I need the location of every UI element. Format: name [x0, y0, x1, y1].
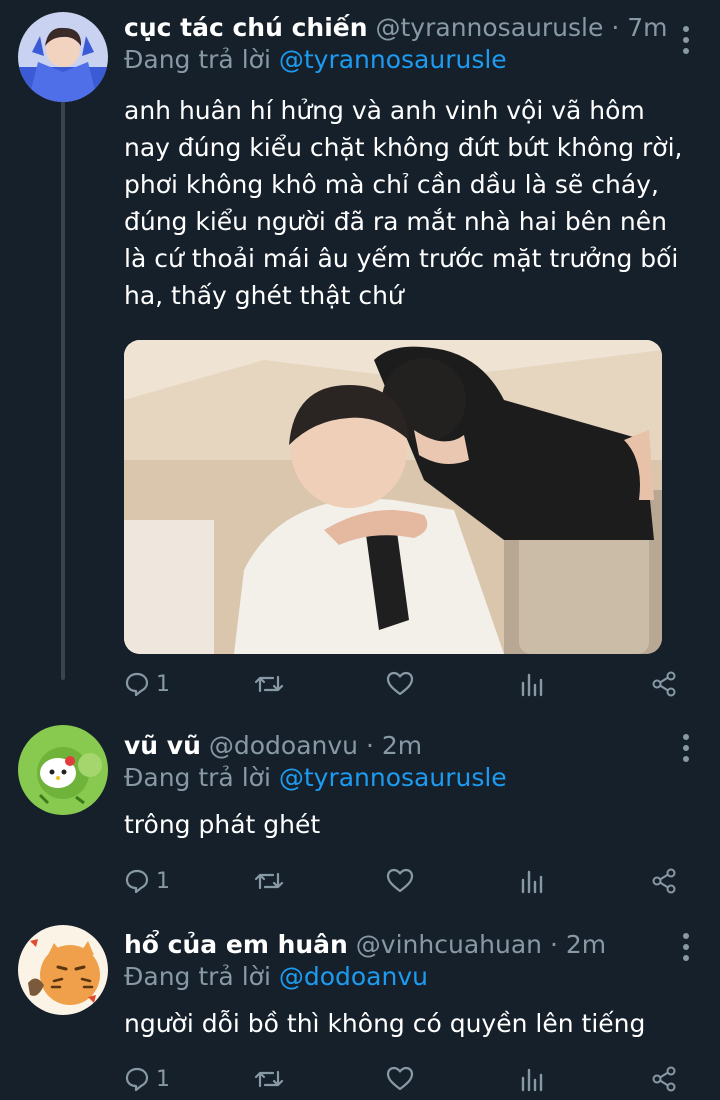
reply-label: Đang trả lời — [124, 45, 271, 74]
display-name[interactable]: hổ của em huân — [124, 930, 348, 959]
like-button[interactable] — [386, 865, 414, 897]
share-icon — [652, 1066, 676, 1092]
separator: · — [611, 13, 620, 42]
analytics-button[interactable] — [520, 1063, 544, 1095]
reply-to-link[interactable]: @tyrannosaurusle — [279, 45, 507, 74]
tweet-text: trông phát ghét — [124, 810, 321, 839]
share-icon — [652, 868, 676, 894]
tweet-text: người dỗi bồ thì không có quyền lên tiến… — [124, 1009, 646, 1038]
like-button[interactable] — [386, 668, 414, 700]
reply-label: Đang trả lời — [124, 763, 271, 792]
reply-context: Đang trả lời @dodoanvu — [124, 961, 690, 993]
heart-icon — [386, 868, 414, 893]
analytics-icon — [521, 1068, 543, 1092]
avatar[interactable] — [18, 725, 108, 815]
more-vertical-icon[interactable] — [682, 933, 690, 961]
user-handle[interactable]: @dodoanvu — [209, 731, 358, 760]
reply-context: Đang trả lời @tyrannosaurusle — [124, 762, 690, 794]
retweet-icon — [254, 872, 284, 890]
timestamp[interactable]: 2m — [382, 731, 422, 760]
separator: · — [365, 731, 374, 760]
retweet-icon — [254, 675, 284, 693]
retweet-icon — [254, 1070, 284, 1088]
more-vertical-icon[interactable] — [682, 26, 690, 54]
reply-icon — [125, 1067, 149, 1092]
like-button[interactable] — [386, 1063, 414, 1095]
thread-line — [61, 100, 65, 680]
user-handle[interactable]: @tyrannosaurusle — [376, 13, 604, 42]
retweet-button[interactable] — [254, 1063, 284, 1095]
reply-context: Đang trả lời @tyrannosaurusle — [124, 44, 690, 76]
tweet-image[interactable] — [124, 340, 662, 654]
tweet-3-actions: 1 — [124, 1063, 684, 1095]
timestamp[interactable]: 2m — [566, 930, 606, 959]
tweet-1-actions: 1 — [124, 668, 684, 700]
reply-count: 1 — [156, 1066, 170, 1092]
analytics-icon — [521, 870, 543, 894]
avatar[interactable] — [18, 925, 108, 1015]
reply-icon — [125, 869, 149, 894]
timestamp[interactable]: 7m — [627, 13, 667, 42]
share-button[interactable] — [650, 1063, 678, 1095]
retweet-button[interactable] — [254, 668, 284, 700]
analytics-icon — [521, 673, 543, 697]
user-handle[interactable]: @vinhcuahuan — [356, 930, 542, 959]
more-vertical-icon[interactable] — [682, 734, 690, 762]
analytics-button[interactable] — [520, 668, 544, 700]
reply-label: Đang trả lời — [124, 962, 271, 991]
share-button[interactable] — [650, 668, 678, 700]
display-name[interactable]: vũ vũ — [124, 731, 201, 760]
reply-button[interactable]: 1 — [124, 668, 170, 700]
heart-icon — [386, 671, 414, 696]
reply-count: 1 — [156, 671, 170, 697]
reply-button[interactable]: 1 — [124, 1063, 170, 1095]
tweet-header: hổ của em huân @vinhcuahuan · 2m — [124, 929, 690, 961]
reply-count: 1 — [156, 868, 170, 894]
reply-to-link[interactable]: @tyrannosaurusle — [279, 763, 507, 792]
display-name[interactable]: cục tác chú chiến — [124, 13, 368, 42]
analytics-button[interactable] — [520, 865, 544, 897]
reply-icon — [125, 672, 149, 697]
reply-to-link[interactable]: @dodoanvu — [279, 962, 428, 991]
share-icon — [652, 671, 676, 697]
tweet-header: vũ vũ @dodoanvu · 2m — [124, 730, 690, 762]
tweet-header: cục tác chú chiến @tyrannosaurusle · 7m — [124, 12, 690, 44]
separator: · — [549, 930, 558, 959]
tweet-2-actions: 1 — [124, 865, 684, 897]
avatar[interactable] — [18, 12, 108, 102]
tweet-text: anh huân hí hửng và anh vinh vội vã hôm … — [124, 96, 683, 310]
reply-button[interactable]: 1 — [124, 865, 170, 897]
heart-icon — [386, 1066, 414, 1091]
retweet-button[interactable] — [254, 865, 284, 897]
share-button[interactable] — [650, 865, 678, 897]
